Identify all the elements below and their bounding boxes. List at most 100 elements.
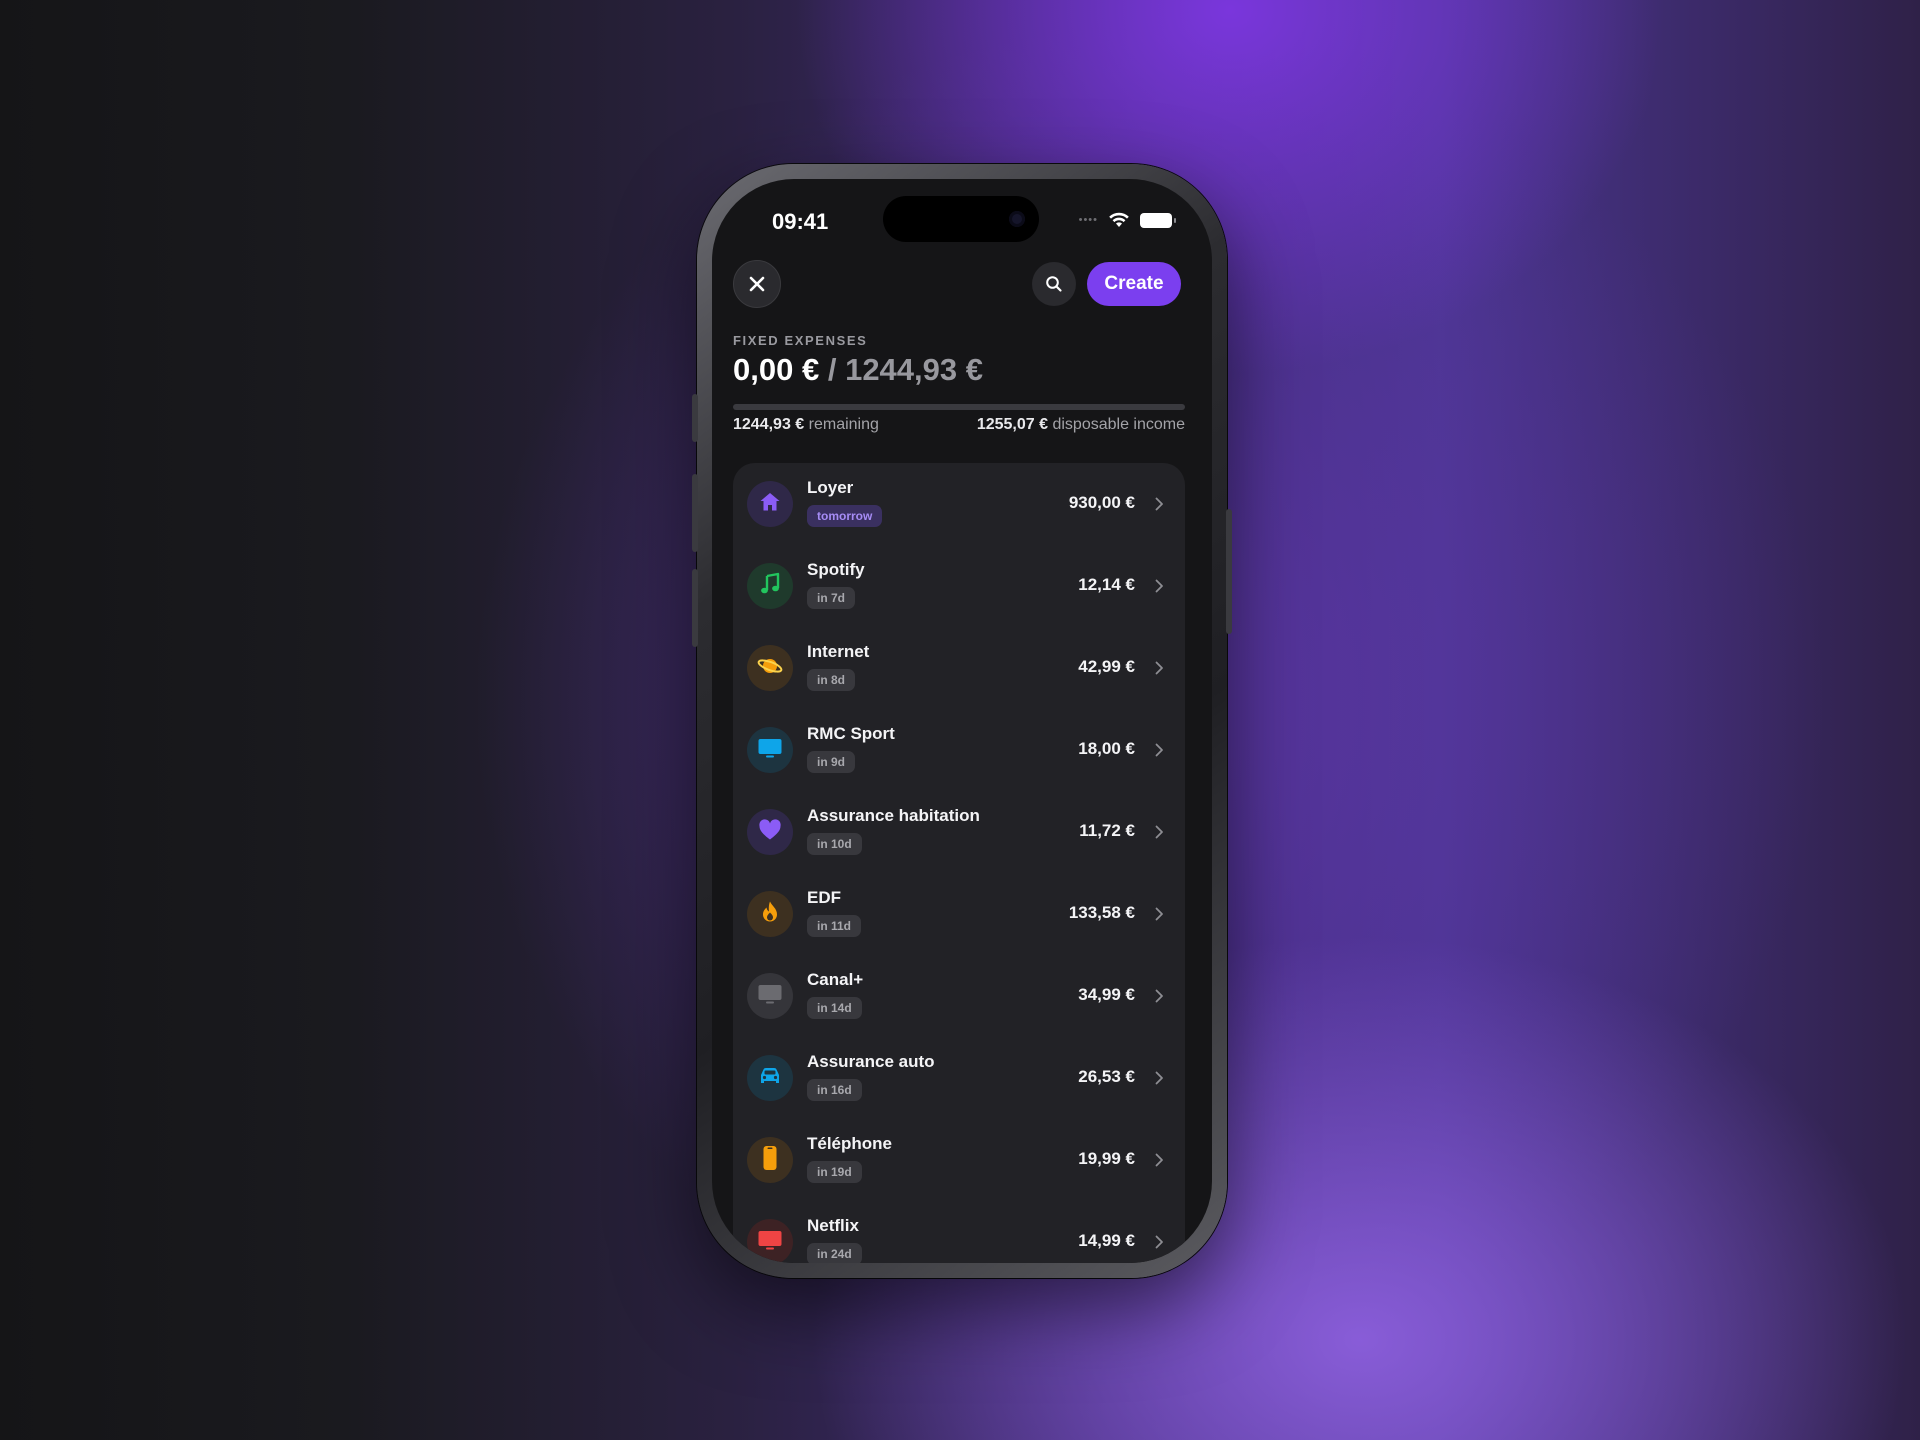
expense-name: Spotify: [807, 560, 865, 579]
chevron-right-icon: [1155, 1153, 1163, 1167]
search-button[interactable]: [1032, 262, 1076, 306]
wifi-icon: [1109, 212, 1129, 227]
power-button: [1226, 509, 1232, 634]
summary-stats: 1244,93 € remaining 1255,07 € disposable…: [733, 416, 1185, 434]
due-badge: in 10d: [807, 833, 862, 855]
expense-row[interactable]: RMC Sport in 9d 18,00 €: [733, 709, 1185, 791]
chevron-right-icon: [1155, 907, 1163, 921]
expense-amount: 42,99 €: [1078, 657, 1135, 676]
total-amount: 1244,93 €: [845, 352, 983, 387]
expense-row[interactable]: Assurance habitation in 10d 11,72 €: [733, 791, 1185, 873]
volume-up-button: [692, 474, 698, 552]
due-badge: in 16d: [807, 1079, 862, 1101]
action-button: [692, 394, 698, 442]
tv-icon: [757, 1229, 783, 1256]
expense-amount: 12,14 €: [1078, 575, 1135, 594]
chevron-right-icon: [1155, 1235, 1163, 1249]
expense-row[interactable]: Canal+ in 14d 34,99 €: [733, 955, 1185, 1037]
expense-icon: [747, 645, 793, 691]
expense-name: Internet: [807, 642, 870, 661]
expense-icon: [747, 727, 793, 773]
chevron-right-icon: [1155, 825, 1163, 839]
remaining-value: 1244,93 €: [733, 416, 805, 433]
progress-bar: [733, 404, 1185, 410]
expense-amount: 930,00 €: [1068, 493, 1135, 512]
expense-amount: 133,58 €: [1068, 903, 1135, 922]
chevron-right-icon: [1155, 989, 1163, 1003]
chevron-right-icon: [1155, 579, 1163, 593]
expense-name: EDF: [807, 888, 841, 907]
due-badge: in 24d: [807, 1243, 862, 1263]
expenses-totals: 0,00 € / 1244,93 €: [733, 352, 983, 388]
dynamic-island: [883, 196, 1039, 242]
status-icons: ••••: [1078, 212, 1176, 228]
house-icon: [758, 490, 782, 519]
due-badge: in 11d: [807, 915, 862, 937]
expense-icon: [747, 973, 793, 1019]
tv-icon: [757, 983, 783, 1010]
search-icon: [1046, 276, 1062, 292]
disposable-value: 1255,07 €: [976, 416, 1049, 433]
expense-amount: 14,99 €: [1078, 1231, 1135, 1250]
camera-icon: [1009, 211, 1025, 227]
expense-row[interactable]: EDF in 11d 133,58 €: [733, 873, 1185, 955]
expense-row[interactable]: Téléphone in 19d 19,99 €: [733, 1119, 1185, 1201]
expense-row[interactable]: Netflix in 24d 14,99 €: [733, 1201, 1185, 1263]
expense-amount: 18,00 €: [1078, 739, 1135, 758]
expense-list: Loyer tomorrow 930,00 € Spotify in 7d 12…: [733, 463, 1185, 1263]
expense-name: Netflix: [807, 1216, 859, 1235]
expense-row[interactable]: Internet in 8d 42,99 €: [733, 627, 1185, 709]
expense-amount: 11,72 €: [1079, 821, 1135, 840]
chevron-right-icon: [1155, 661, 1163, 675]
chevron-right-icon: [1155, 497, 1163, 511]
expense-row[interactable]: Assurance auto in 16d 26,53 €: [733, 1037, 1185, 1119]
signal-icon: ••••: [1078, 214, 1098, 226]
disposable-stat: 1255,07 € disposable income: [977, 416, 1185, 434]
expense-name: Loyer: [807, 478, 854, 497]
expense-name: Assurance auto: [807, 1052, 935, 1071]
phone-frame: 09:41 •••• Create FIXED EXPENSES 0,00 € …: [692, 164, 1232, 1278]
expense-icon: [747, 891, 793, 937]
tv-icon: [757, 737, 783, 764]
close-button[interactable]: [733, 260, 781, 308]
expense-icon: [747, 481, 793, 527]
due-badge: in 8d: [807, 669, 856, 691]
chevron-right-icon: [1155, 1071, 1163, 1085]
due-badge: in 14d: [807, 997, 862, 1019]
remaining-stat: 1244,93 € remaining: [733, 416, 879, 434]
planet-icon: [757, 654, 783, 683]
expense-icon: [747, 563, 793, 609]
expense-name: RMC Sport: [807, 724, 895, 743]
expense-icon: [747, 1219, 793, 1263]
status-time: 09:41: [772, 209, 829, 234]
expense-icon: [747, 809, 793, 855]
expense-icon: [747, 1137, 793, 1183]
expense-amount: 34,99 €: [1078, 985, 1135, 1004]
heart-icon: [758, 818, 782, 846]
create-button[interactable]: Create: [1087, 262, 1181, 306]
due-badge: in 7d: [807, 587, 856, 609]
remaining-label: remaining: [808, 416, 879, 433]
phone-screen: 09:41 •••• Create FIXED EXPENSES 0,00 € …: [712, 179, 1212, 1263]
due-badge: tomorrow: [807, 505, 883, 527]
expense-row[interactable]: Loyer tomorrow 930,00 €: [733, 463, 1185, 545]
expense-name: Téléphone: [807, 1134, 893, 1153]
phone-icon: [762, 1145, 778, 1176]
disposable-label: disposable income: [1052, 416, 1185, 433]
expense-amount: 26,53 €: [1078, 1067, 1135, 1086]
expense-name: Canal+: [807, 970, 864, 989]
chevron-right-icon: [1155, 743, 1163, 757]
close-icon: [749, 276, 765, 292]
expense-icon: [747, 1055, 793, 1101]
battery-icon: [1140, 212, 1176, 228]
due-badge: in 19d: [807, 1161, 862, 1183]
totals-separator: /: [827, 352, 837, 387]
expense-amount: 19,99 €: [1078, 1149, 1135, 1168]
section-label: FIXED EXPENSES: [733, 333, 868, 348]
expense-row[interactable]: Spotify in 7d 12,14 €: [733, 545, 1185, 627]
due-badge: in 9d: [807, 751, 856, 773]
paid-amount: 0,00 €: [733, 352, 820, 387]
expense-name: Assurance habitation: [807, 806, 980, 825]
car-icon: [757, 1065, 783, 1092]
volume-down-button: [692, 569, 698, 647]
